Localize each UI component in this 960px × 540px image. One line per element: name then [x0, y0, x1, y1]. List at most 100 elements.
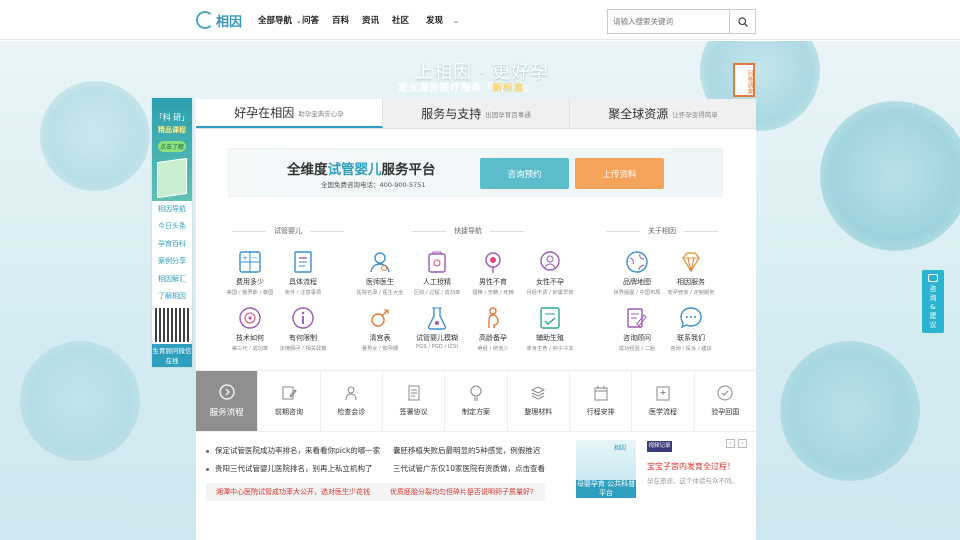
step-label: 前期咨询 [274, 408, 303, 416]
quicklink-consultant[interactable]: 咨询顾问成功经验 / 二胎 [610, 305, 664, 352]
doctor-icon [367, 249, 393, 275]
side-link-about[interactable]: 了解相因 [152, 288, 192, 305]
qr-code [155, 308, 189, 342]
quicklink-name: 试管婴儿模糊 [416, 334, 458, 342]
quicklink-female-infertility[interactable]: 女性不孕月经不调 / 卵巢早衰 [523, 249, 577, 296]
tab-global-resources[interactable]: 聚全球资源 让怀孕变得简单 [570, 99, 756, 128]
quicklink-advanced-age[interactable]: 高龄备孕 绝经 / 卵泡少 [466, 305, 520, 352]
side-link-nav[interactable]: 相因导航 [152, 201, 192, 218]
quicklink-brand-map[interactable]: 品牌地图 世界版图 / 中国布局 [610, 249, 664, 296]
step-label: 签署协议 [399, 408, 428, 416]
news-item[interactable]: 保定试管医院成功率排名，来看看你pick的哪一家 [206, 445, 380, 456]
side-link-baike[interactable]: 孕育百科 [152, 236, 192, 253]
quicklink-desc: 安孕管家 / 定制服务 [667, 290, 715, 296]
page: 相因 全部导航⌄ 问答 百科 资讯 社区 发现⌄ 上相因 · 更好孕 定义海外医… [0, 0, 960, 540]
next-arrow-icon[interactable]: › [738, 439, 747, 448]
dna-decoration [780, 341, 920, 481]
section-title: 快捷导航 [454, 227, 482, 235]
highlight-news-strip: 湘潭中心医院试管成功率大公开，选对医生少花钱 优质胚胎分裂均匀但碎片是否说明卵子质… [206, 483, 545, 501]
quicklink-gender-chart[interactable]: 清宫表 看男女 / 知孕期 [353, 305, 407, 352]
section-header-ivf: 试管婴儿 [232, 226, 344, 236]
thumb-caption: 母婴孕育 公共科普平台 [576, 480, 636, 498]
step-service-process[interactable]: 服务流程 [196, 371, 259, 431]
arrow-circle-icon [219, 384, 235, 400]
step-prepare-materials[interactable]: 整理材料 [508, 371, 570, 431]
nav-baike[interactable]: 百科 [332, 14, 349, 26]
section-title: 试管婴儿 [274, 227, 302, 235]
svg-text:−: − [252, 254, 258, 262]
calculator-icon: + − [237, 249, 263, 275]
tab-good-pregnancy[interactable]: 好孕在相因 助孕宝典安心孕 [196, 99, 383, 128]
dna-decoration [20, 341, 140, 461]
side-link-cases[interactable]: 案例分享 [152, 253, 192, 270]
consult-appointment-button[interactable]: 咨询预约 [480, 158, 569, 189]
survey-bookmark[interactable]: 问卷调查 [733, 63, 755, 97]
service-banner: 全维度试管婴儿服务平台 全国免费咨询电话：400-900-5751 咨询预约 上… [228, 148, 723, 197]
side-link-headlines[interactable]: 今日头条 [152, 218, 192, 235]
step-initial-consult[interactable]: 前期咨询 [258, 371, 321, 431]
tab-subtitle: 出国孕育百事通 [485, 110, 531, 119]
female-icon [537, 249, 563, 275]
side-link-digest[interactable]: 相因解汇 [152, 271, 192, 288]
quicklink-cost[interactable]: + − 费用多少 美国 / 俄罗斯 / 泰国 [223, 249, 277, 296]
quicklink-name: 医师医生 [366, 278, 394, 286]
banner-title-accent: 试管婴儿 [327, 162, 382, 178]
ad-learn-more-button[interactable]: 点击了解 [158, 141, 186, 152]
logo-mark-icon [196, 11, 214, 29]
upload-documents-button[interactable]: 上传资料 [575, 158, 664, 189]
nav-discover-label: 发现 [426, 16, 444, 26]
divider [490, 230, 524, 232]
step-examination[interactable]: 检查会诊 [321, 371, 383, 431]
site-logo[interactable]: 相因 [196, 8, 242, 32]
quicklink-contact[interactable]: 联系我们 咨询 / 投诉 / 建议 [664, 305, 718, 352]
course-ad[interactable]: 「科 研」 精品课程 点击了解 [152, 98, 192, 201]
news-item[interactable]: 贵阳三代试管婴儿医院排名，别再上私立机构了 [206, 463, 373, 474]
nav-community[interactable]: 社区 [392, 14, 409, 26]
quicklink-desc: 月经不调 / 卵巢早衰 [526, 290, 574, 296]
nav-discover[interactable]: 发现 ⌄ [426, 14, 459, 26]
quicklink-name: 女性不孕 [536, 278, 564, 286]
step-sign-agreement[interactable]: 签署协议 [383, 371, 446, 431]
step-medical-process[interactable]: 医学流程 [632, 371, 695, 431]
step-return-home[interactable]: 验孕回国 [695, 371, 756, 431]
tab-service-support[interactable]: 服务与支持 出国孕育百事通 [383, 99, 570, 128]
news-item[interactable]: 囊胚移植失败后最明显的5种感觉，例假推迟 [393, 445, 540, 456]
logo-text: 相因 [216, 14, 243, 30]
tab-title: 服务与支持 [421, 107, 482, 121]
quicklink-ivf-type[interactable]: 试管婴儿模糊 PGS / PGD / ICSI [410, 305, 464, 350]
step-itinerary[interactable]: 行程安排 [570, 371, 633, 431]
quicklink-restrictions[interactable]: 有何限制 法律顾问 / 相关政策 [276, 305, 330, 352]
quicklink-services[interactable]: 相因服务 安孕管家 / 定制服务 [664, 249, 718, 296]
quicklink-assisted-reproduction[interactable]: 辅助生殖 单身生育 / 卵子冷冻 [523, 305, 577, 352]
quicklink-desc: 法律顾问 / 相关政策 [279, 346, 327, 352]
nav-all[interactable]: 全部导航 ⌄ [258, 14, 302, 26]
video-thumbnail[interactable]: 相因 母婴孕育 公共科普平台 [576, 440, 636, 498]
tab-subtitle: 助孕宝典安心孕 [298, 109, 344, 118]
news-item[interactable]: 三代试管广东仅10家医院有资质做，点击查看 [393, 463, 545, 474]
male-icon [480, 249, 506, 275]
nav-qa[interactable]: 问答 [302, 14, 319, 26]
quicklink-insemination[interactable]: 人工授精 区别 / 过程 / 成功率 [410, 249, 464, 296]
search-input[interactable] [608, 10, 730, 33]
step-make-plan[interactable]: 制定方案 [445, 371, 508, 431]
bullet [206, 467, 209, 471]
divider [684, 230, 718, 232]
quicklink-male-infertility[interactable]: 男性不育 弱精 / 无精 / 死精 [466, 249, 520, 296]
quicklink-desc: 成功经验 / 二胎 [618, 346, 656, 352]
quicklink-process[interactable]: 具体流程 条件 / 注意事项 [276, 249, 330, 296]
highlight-news-item[interactable]: 优质胚胎分裂均匀但碎片是否说明卵子质量好? [390, 488, 534, 496]
quicklink-doctors[interactable]: 医师医生 医院名录 / 医生大全 [353, 249, 407, 296]
banner-title-pre: 全维度 [287, 162, 328, 178]
quicklink-name: 咨询顾问 [623, 334, 651, 342]
nav-news[interactable]: 资讯 [362, 14, 379, 26]
search-button[interactable] [729, 10, 755, 33]
highlight-news-item[interactable]: 湘潭中心医院试管成功率大公开，选对医生少花钱 [216, 488, 370, 496]
prev-arrow-icon[interactable]: ‹ [726, 439, 735, 448]
feedback-float-button[interactable]: 咨询&建议 [922, 270, 944, 333]
lightbulb-icon [470, 385, 482, 401]
step-label: 行程安排 [586, 408, 615, 416]
quicklink-technology[interactable]: 技术如何 第三代 / 成功率 [223, 305, 277, 352]
video-title[interactable]: 宝宝子宫内发育全过程！ [647, 461, 735, 472]
subslogan-highlight: 新标准 [492, 83, 525, 94]
qr-caption[interactable]: 生育顾问微信在线 [152, 344, 192, 367]
